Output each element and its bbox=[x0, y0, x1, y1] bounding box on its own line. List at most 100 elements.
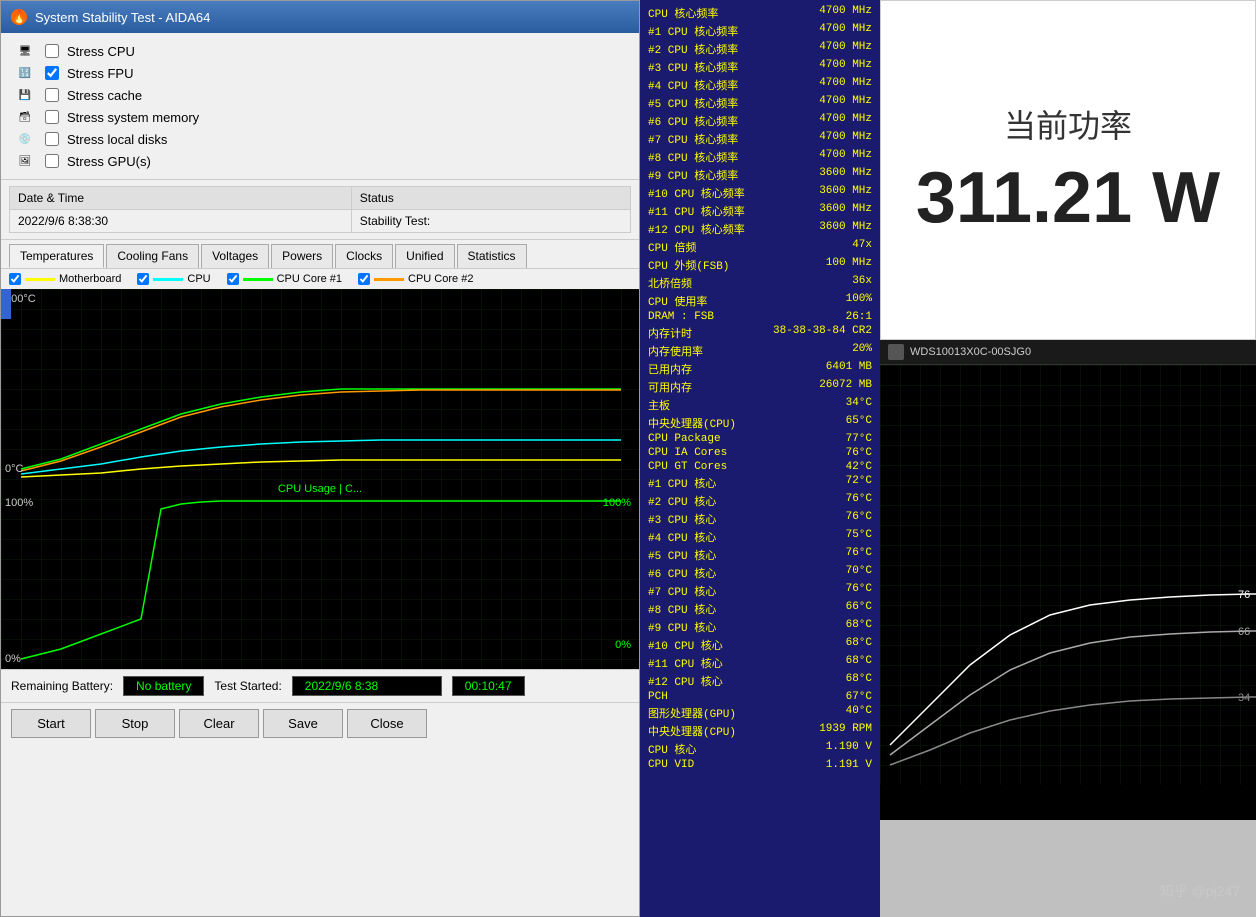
clear-button[interactable]: Clear bbox=[179, 709, 259, 738]
save-button[interactable]: Save bbox=[263, 709, 343, 738]
datetime-value: 2022/9/6 8:38:30 bbox=[10, 210, 352, 233]
cpu-info-label: #4 CPU 核心 bbox=[648, 529, 846, 545]
cpu-info-value: 4700 MHz bbox=[819, 23, 872, 39]
tab-powers[interactable]: Powers bbox=[271, 244, 333, 268]
memory-stress-icon: 🗃 bbox=[13, 109, 37, 125]
tab-cooling-fans[interactable]: Cooling Fans bbox=[106, 244, 199, 268]
cpu-info-row: #9 CPU 核心频率3600 MHz bbox=[640, 166, 880, 184]
table-row: 2022/9/6 8:38:30 Stability Test: bbox=[10, 210, 631, 233]
cpu-info-label: #3 CPU 核心频率 bbox=[648, 59, 819, 75]
usage-ymin: 0% bbox=[5, 653, 21, 665]
disk-stress-icon: 💿 bbox=[13, 131, 37, 147]
cpu-info-row: CPU IA Cores76°C bbox=[640, 446, 880, 460]
legend-cpu-core1-checkbox[interactable] bbox=[227, 273, 239, 285]
cpu-info-row: #11 CPU 核心68°C bbox=[640, 654, 880, 672]
stress-option-cpu: 🖥 Stress CPU bbox=[13, 41, 627, 61]
cpu-info-row: 内存使用率20% bbox=[640, 342, 880, 360]
cpu-info-value: 65°C bbox=[846, 415, 872, 431]
cpu-info-value: 68°C bbox=[846, 655, 872, 671]
cpu-info-label: CPU Package bbox=[648, 433, 846, 445]
stress-memory-label: Stress system memory bbox=[67, 110, 199, 125]
cpu-info-row: CPU VID1.191 V bbox=[640, 758, 880, 772]
status-table-area: Date & Time Status 2022/9/6 8:38:30 Stab… bbox=[1, 180, 639, 239]
cpu-info-label: PCH bbox=[648, 691, 846, 703]
cpu-info-value: 76°C bbox=[846, 511, 872, 527]
cpu-info-row: #1 CPU 核心72°C bbox=[640, 474, 880, 492]
cpu-info-row: CPU Package77°C bbox=[640, 432, 880, 446]
legend-cpu-checkbox[interactable] bbox=[137, 273, 149, 285]
cpu-info-label: #10 CPU 核心频率 bbox=[648, 185, 819, 201]
close-button[interactable]: Close bbox=[347, 709, 427, 738]
stress-disks-checkbox[interactable] bbox=[45, 132, 59, 146]
legend-cpu-core2: CPU Core #2 bbox=[358, 273, 473, 285]
cpu-info-label: #12 CPU 核心频率 bbox=[648, 221, 819, 237]
legend-cpu-label: CPU bbox=[187, 273, 210, 285]
cpu-info-label: #4 CPU 核心频率 bbox=[648, 77, 819, 93]
stress-cpu-checkbox[interactable] bbox=[45, 44, 59, 58]
window-title: System Stability Test - AIDA64 bbox=[35, 10, 210, 25]
tab-statistics[interactable]: Statistics bbox=[457, 244, 527, 268]
stress-fpu-label: Stress FPU bbox=[67, 66, 133, 81]
cpu-info-value: 4700 MHz bbox=[819, 113, 872, 129]
cpu-info-value: 47x bbox=[852, 239, 872, 255]
cpu-info-row: #10 CPU 核心频率3600 MHz bbox=[640, 184, 880, 202]
cpu-info-label: #6 CPU 核心 bbox=[648, 565, 846, 581]
legend-cpu: CPU bbox=[137, 273, 210, 285]
cpu-info-label: #1 CPU 核心 bbox=[648, 475, 846, 491]
start-button[interactable]: Start bbox=[11, 709, 91, 738]
cpu-info-value: 77°C bbox=[846, 433, 872, 445]
cpu-info-value: 4700 MHz bbox=[819, 77, 872, 93]
tab-temperatures[interactable]: Temperatures bbox=[9, 244, 104, 268]
cpu-info-label: 北桥倍频 bbox=[648, 275, 852, 291]
cpu-info-row: 北桥倍频36x bbox=[640, 274, 880, 292]
stress-gpu-checkbox[interactable] bbox=[45, 154, 59, 168]
legend-motherboard-label: Motherboard bbox=[59, 273, 121, 285]
tab-clocks[interactable]: Clocks bbox=[335, 244, 393, 268]
cpu-info-value: 4700 MHz bbox=[819, 149, 872, 165]
cpu-info-label: 中央处理器(CPU) bbox=[648, 723, 819, 739]
tab-unified[interactable]: Unified bbox=[395, 244, 454, 268]
disk-graph: 76 66 34 bbox=[880, 365, 1256, 785]
disk-panel: WDS10013X0C-00SJG0 76 66 34 bbox=[880, 340, 1256, 820]
cpu-info-label: 内存使用率 bbox=[648, 343, 852, 359]
cpu-info-value: 100% bbox=[846, 293, 872, 309]
cpu-info-row: #6 CPU 核心频率4700 MHz bbox=[640, 112, 880, 130]
graph-scroll-indicator bbox=[1, 289, 11, 319]
cpu-info-value: 1.191 V bbox=[826, 759, 872, 771]
cpu-info-value: 3600 MHz bbox=[819, 167, 872, 183]
stop-button[interactable]: Stop bbox=[95, 709, 175, 738]
cpu-info-row: CPU 核心频率4700 MHz bbox=[640, 4, 880, 22]
cpu-info-row: CPU 倍频47x bbox=[640, 238, 880, 256]
test-started-label: Test Started: bbox=[214, 679, 281, 693]
stress-option-disks: 💿 Stress local disks bbox=[13, 129, 627, 149]
graph-legend: Motherboard CPU CPU Core #1 CPU Core #2 bbox=[1, 268, 639, 289]
cpu-info-row: 内存计时38-38-38-84 CR2 bbox=[640, 324, 880, 342]
stress-option-cache: 💾 Stress cache bbox=[13, 85, 627, 105]
cpu-info-value: 20% bbox=[852, 343, 872, 359]
legend-cpu-core1-color bbox=[243, 278, 273, 281]
usage-ymax: 100% bbox=[5, 497, 33, 509]
cpu-info-row: 中央处理器(CPU)65°C bbox=[640, 414, 880, 432]
cpu-info-row: PCH67°C bbox=[640, 690, 880, 704]
cpu-info-row: 主板34°C bbox=[640, 396, 880, 414]
stress-gpu-label: Stress GPU(s) bbox=[67, 154, 151, 169]
stress-fpu-checkbox[interactable] bbox=[45, 66, 59, 80]
cpu-info-label: #5 CPU 核心频率 bbox=[648, 95, 819, 111]
cpu-info-row: #2 CPU 核心频率4700 MHz bbox=[640, 40, 880, 58]
legend-cpu-core2-checkbox[interactable] bbox=[358, 273, 370, 285]
disk-graph-svg: 76 66 34 bbox=[880, 365, 1256, 785]
stress-cpu-label: Stress CPU bbox=[67, 44, 135, 59]
cpu-info-row: #9 CPU 核心68°C bbox=[640, 618, 880, 636]
cpu-info-value: 68°C bbox=[846, 637, 872, 653]
tab-voltages[interactable]: Voltages bbox=[201, 244, 269, 268]
cpu-info-value: 76°C bbox=[846, 547, 872, 563]
disk-val-3: 34 bbox=[1238, 692, 1250, 704]
stress-cache-checkbox[interactable] bbox=[45, 88, 59, 102]
stress-memory-checkbox[interactable] bbox=[45, 110, 59, 124]
disk-name: WDS10013X0C-00SJG0 bbox=[910, 346, 1031, 358]
legend-motherboard-checkbox[interactable] bbox=[9, 273, 21, 285]
gpu-stress-icon: 🖼 bbox=[13, 153, 37, 169]
stress-cache-label: Stress cache bbox=[67, 88, 142, 103]
usage-graph-svg bbox=[1, 479, 639, 669]
cpu-info-label: #8 CPU 核心频率 bbox=[648, 149, 819, 165]
